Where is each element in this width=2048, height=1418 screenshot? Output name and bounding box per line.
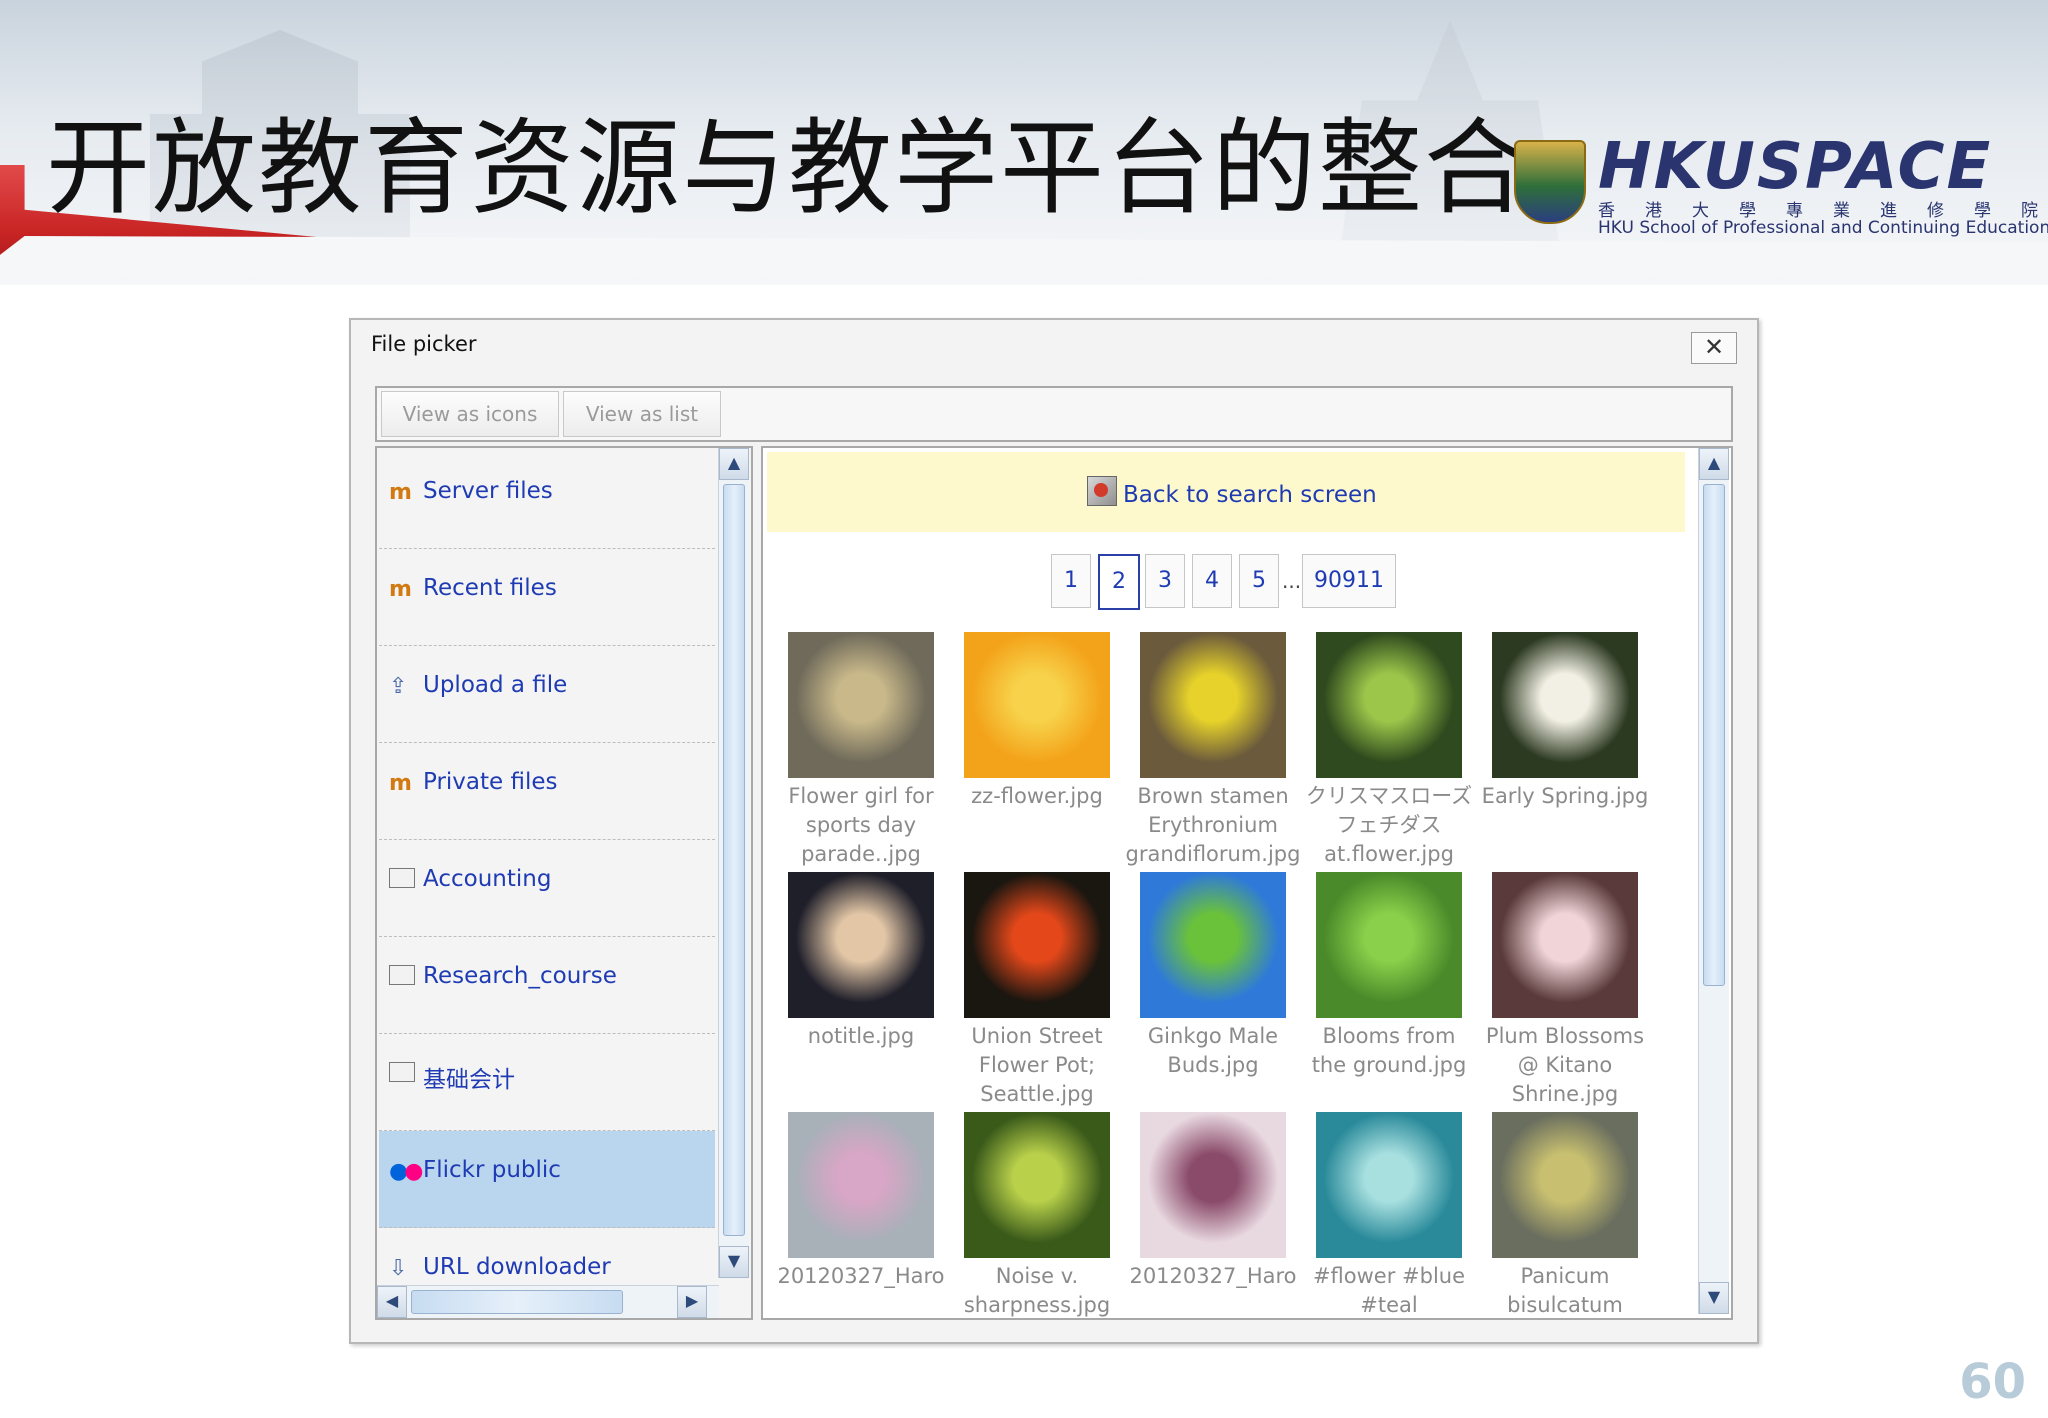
moodle-icon: m [389, 480, 412, 505]
file-name: 20120327_Haro [1129, 1264, 1297, 1288]
repository-label: Accounting [423, 866, 552, 892]
thumbnail-image [788, 1112, 934, 1258]
thumbnail-image [964, 1112, 1110, 1258]
close-button[interactable]: ✕ [1691, 332, 1737, 364]
flickr-icon: ●● [389, 1159, 424, 1184]
results-panel: Back to search screen 1 2 3 4 5... 90911 Flow… [761, 446, 1733, 1320]
hkuspace-logo: HKUSPACE 香港大學專業進修學院 HKU School of Profes… [1514, 130, 2048, 238]
moodle-icon: m [389, 577, 412, 602]
scroll-thumb[interactable] [1703, 484, 1725, 986]
file-name: Early Spring.jpg [1481, 784, 1649, 808]
horizontal-scroll-thumb[interactable] [411, 1290, 623, 1314]
repository-horizontal-scrollbar[interactable]: ◀ ▶ [377, 1285, 719, 1318]
file-name: Panicum bisulcatum [1507, 1264, 1623, 1317]
repository-label: Recent files [423, 575, 557, 601]
thumbnail-image [1316, 1112, 1462, 1258]
repository-label: Research_course [423, 963, 617, 989]
results-vertical-scrollbar[interactable]: ▲ ▼ [1698, 448, 1729, 1314]
folder-icon [389, 868, 417, 894]
logo-wordmark: HKUSPACE [1598, 130, 1993, 204]
thumbnail-image [1492, 632, 1638, 778]
repository-list: m Server files m Recent files ⇪ Upload a file… [377, 448, 719, 1281]
crest-icon [1514, 140, 1586, 224]
scroll-up-icon[interactable]: ▲ [1699, 448, 1729, 480]
file-name: Ginkgo Male Buds.jpg [1147, 1024, 1279, 1077]
logo-english-text: HKU School of Professional and Continuin… [1598, 218, 2048, 238]
file-name: クリスマスローズ フェチダス at.flower.jpg [1305, 784, 1473, 866]
view-as-list-button[interactable]: View as list [563, 391, 721, 437]
dialog-title: File picker [371, 332, 477, 356]
repository-label: Flickr public [423, 1157, 561, 1183]
repository-item[interactable]: Accounting [379, 840, 715, 937]
file-name: Brown stamen Erythronium grandiflorum.jp… [1125, 784, 1301, 866]
repository-item[interactable]: m Private files [379, 743, 715, 840]
file-name: Union Street Flower Pot; Seattle.jpg [971, 1024, 1103, 1106]
slide-page-number: 60 [1959, 1354, 2026, 1410]
scroll-down-icon[interactable]: ▼ [719, 1246, 749, 1278]
thumbnail-image [1140, 1112, 1286, 1258]
repository-item[interactable]: 基础会计 [379, 1034, 715, 1131]
repository-label: Upload a file [423, 672, 568, 698]
repository-vertical-scrollbar[interactable]: ▲ ▼ [718, 448, 749, 1278]
thumbnail-image [1492, 1112, 1638, 1258]
thumbnail-image [788, 632, 934, 778]
repository-item[interactable]: m Recent files [379, 549, 715, 646]
file-grid: Flower girl for sports day parade..jpg zz… [763, 448, 1693, 1318]
scroll-thumb[interactable] [723, 484, 745, 1236]
file-name: Plum Blossoms @ Kitano Shrine.jpg [1485, 1024, 1645, 1106]
file-name: notitle.jpg [807, 1024, 915, 1048]
file-name: zz-flower.jpg [971, 784, 1103, 808]
repository-item[interactable]: Research_course [379, 937, 715, 1034]
thumbnail-image [1316, 872, 1462, 1018]
repository-item[interactable]: m Server files [379, 452, 715, 549]
folder-icon [389, 1062, 417, 1088]
file-picker-dialog: File picker ✕ View as icons View as list… [349, 318, 1759, 1344]
file-name: Noise v. sharpness.jpg [963, 1264, 1111, 1317]
repository-item[interactable]: ●● Flickr public [379, 1131, 715, 1228]
moodle-icon: m [389, 771, 412, 796]
file-name: #flower #blue #teal [1312, 1264, 1466, 1317]
file-name: Flower girl for sports day parade..jpg [788, 784, 934, 866]
thumbnail-image [1492, 872, 1638, 1018]
thumbnail-image [1140, 632, 1286, 778]
slide-title: 开放教育资源与教学平台的整合 [46, 107, 1531, 229]
scroll-right-icon[interactable]: ▶ [677, 1286, 707, 1318]
thumbnail-image [964, 632, 1110, 778]
file-name: 20120327_Haro [777, 1264, 945, 1288]
thumbnail-image [1140, 872, 1286, 1018]
upload-icon: ⇪ [389, 674, 408, 699]
view-as-icons-button[interactable]: View as icons [381, 391, 559, 437]
scroll-left-icon[interactable]: ◀ [377, 1286, 407, 1318]
swoosh-highlight [0, 236, 2048, 278]
repository-item[interactable]: ⇪ Upload a file [379, 646, 715, 743]
folder-icon [389, 965, 417, 991]
thumbnail-image [1316, 632, 1462, 778]
file-name: Blooms from the ground.jpg [1311, 1024, 1467, 1077]
thumbnail-image [964, 872, 1110, 1018]
repository-label: URL downloader [423, 1254, 611, 1280]
thumbnail-image [788, 872, 934, 1018]
scroll-down-icon[interactable]: ▼ [1699, 1282, 1729, 1314]
view-toolbar: View as icons View as list [375, 386, 1733, 442]
download-icon: ⇩ [389, 1256, 408, 1281]
repository-label: Private files [423, 769, 558, 795]
repository-panel: m Server files m Recent files ⇪ Upload a file… [375, 446, 753, 1320]
repository-label: Server files [423, 478, 553, 504]
repository-label: 基础会计 [423, 1067, 515, 1093]
scroll-up-icon[interactable]: ▲ [719, 448, 749, 480]
